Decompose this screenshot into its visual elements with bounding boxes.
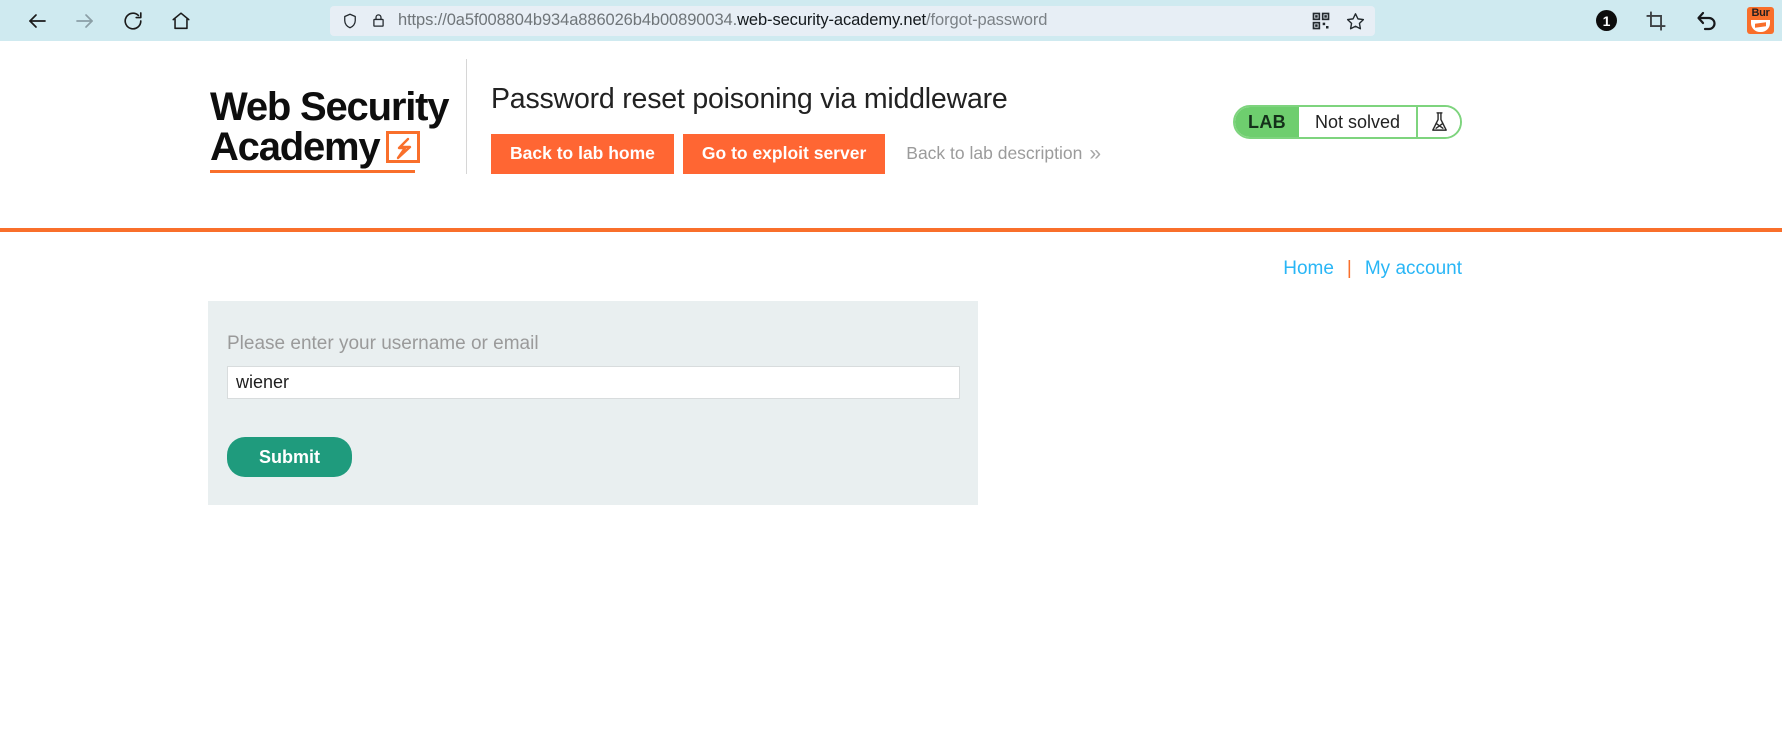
crop-screenshot-icon[interactable] — [1645, 10, 1667, 32]
url-path: /forgot-password — [926, 11, 1048, 29]
undo-arrow-icon[interactable] — [1695, 9, 1719, 33]
lab-badge: LAB — [1235, 107, 1299, 137]
lab-status-widget[interactable]: LAB Not solved — [1233, 105, 1462, 139]
qr-code-icon[interactable] — [1311, 11, 1331, 31]
url-text[interactable]: https://0a5f008804b934a886026b4b00890034… — [398, 11, 1301, 30]
burp-extension-label: Bur — [1751, 7, 1770, 19]
lab-title-block: Password reset poisoning via middleware … — [466, 59, 1782, 174]
url-scheme: https:// — [398, 11, 447, 29]
flask-not-solved-icon — [1416, 107, 1460, 137]
reload-icon[interactable] — [120, 8, 146, 34]
forgot-password-form: Please enter your username or email Subm… — [208, 301, 978, 505]
nav-separator: | — [1346, 258, 1352, 279]
submit-button[interactable]: Submit — [227, 437, 352, 477]
notification-count-badge[interactable]: 1 — [1596, 10, 1617, 31]
burp-suite-extension-icon[interactable]: Bur — [1747, 7, 1774, 34]
address-bar[interactable]: https://0a5f008804b934a886026b4b00890034… — [330, 5, 1375, 36]
home-icon[interactable] — [168, 8, 194, 34]
back-to-lab-home-button[interactable]: Back to lab home — [491, 134, 674, 174]
nav-link-my-account[interactable]: My account — [1365, 258, 1462, 280]
nav-link-home[interactable]: Home — [1283, 258, 1334, 280]
shield-icon — [340, 11, 359, 30]
web-security-academy-logo[interactable]: Web Security Academy — [210, 59, 455, 173]
go-to-exploit-server-button[interactable]: Go to exploit server — [682, 134, 886, 174]
star-bookmark-icon[interactable] — [1345, 11, 1365, 31]
burp-logo-shape — [1751, 20, 1770, 32]
logo-line-2: Academy — [210, 125, 381, 169]
lightning-bolt-icon — [386, 131, 421, 163]
address-bar-actions — [1311, 11, 1365, 31]
logo-underline — [210, 170, 415, 173]
url-host: web-security-academy.net — [737, 11, 927, 29]
browser-toolbar: https://0a5f008804b934a886026b4b00890034… — [0, 0, 1782, 41]
lab-header-inner: Web Security Academy Password reset pois… — [0, 41, 1782, 174]
logo-line-2-row: Academy — [210, 127, 455, 167]
lab-header: Web Security Academy Password reset pois… — [0, 41, 1782, 228]
browser-nav-buttons — [24, 8, 194, 34]
back-to-lab-description-link[interactable]: Back to lab description » — [894, 143, 1101, 164]
back-to-lab-description-label: Back to lab description — [906, 143, 1083, 164]
page-title: Password reset poisoning via middleware — [491, 83, 1008, 115]
page-body: Home | My account Please enter your user… — [0, 232, 1782, 741]
username-field-label: Please enter your username or email — [227, 333, 539, 354]
chevron-right-double-icon: » — [1089, 142, 1102, 166]
url-subdomain: 0a5f008804b934a886026b4b00890034. — [446, 11, 738, 29]
lock-icon — [369, 11, 388, 30]
logo-line-1: Web Security — [210, 85, 449, 129]
forward-arrow-icon[interactable] — [72, 8, 98, 34]
username-input[interactable] — [227, 366, 960, 399]
back-arrow-icon[interactable] — [24, 8, 50, 34]
browser-extension-icons: 1 Bur — [1596, 7, 1774, 34]
site-nav-links: Home | My account — [0, 232, 1782, 280]
status-badge: Not solved — [1298, 107, 1416, 137]
lab-action-buttons: Back to lab home Go to exploit server Ba… — [491, 134, 1782, 174]
